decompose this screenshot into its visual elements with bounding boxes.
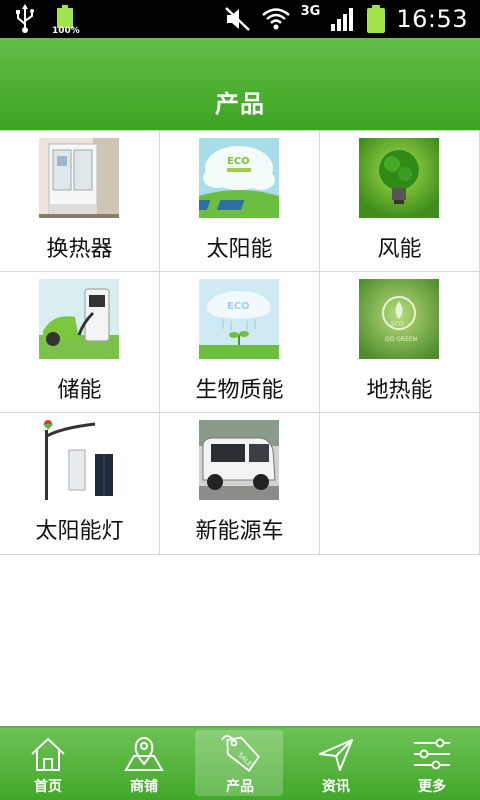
wifi-icon [261, 8, 290, 30]
battery-icon [366, 4, 386, 34]
product-label: 太阳能 [206, 237, 273, 262]
product-label: 生物质能 [195, 378, 284, 403]
product-label: 太阳能灯 [35, 519, 124, 544]
sale-text: SALE [236, 751, 253, 768]
go-green-text: GO GREEN [385, 336, 417, 343]
network-type: 3G [300, 3, 321, 19]
app-header: 产品 [0, 38, 480, 130]
eco-cloud-sprout-image: ECO [199, 279, 279, 359]
nav-label: 更多 [418, 779, 446, 795]
product-label: 换热器 [46, 237, 113, 262]
nav-item-news[interactable]: 资讯 [288, 728, 384, 800]
product-item-solar[interactable]: ECO 太阳能 [160, 131, 320, 272]
mute-icon [224, 7, 250, 31]
product-label: 地热能 [366, 378, 433, 403]
bottom-nav: 首页 商铺 SALE 产品 资讯 更多 [0, 726, 480, 800]
product-label: 风能 [377, 237, 422, 262]
charging-station-image [39, 279, 119, 359]
product-item-wind[interactable]: 风能 [320, 131, 480, 272]
send-icon [319, 739, 353, 771]
nav-item-home[interactable]: 首页 [0, 728, 96, 800]
sale-tag-icon: SALE [221, 735, 260, 772]
page-title: 产品 [215, 90, 265, 118]
clock: 16:53 [396, 5, 468, 33]
signal-icon [331, 8, 354, 31]
eco-badge-image: ECO GO GREEN [359, 279, 439, 359]
nav-label: 产品 [226, 779, 254, 795]
battery-icon: 100% [52, 4, 80, 36]
nav-label: 资讯 [322, 779, 350, 795]
nav-label: 首页 [34, 779, 62, 795]
product-item-solar-lamp[interactable]: 太阳能灯 [0, 413, 160, 555]
sliders-icon [414, 738, 450, 770]
nav-item-products[interactable]: SALE 产品 [192, 728, 288, 800]
product-item-geothermal[interactable]: ECO GO GREEN 地热能 [320, 272, 480, 413]
solar-street-lamp-image [39, 420, 119, 500]
nav-label: 商铺 [130, 779, 158, 795]
eco-text: ECO [391, 321, 404, 328]
product-item-biomass[interactable]: ECO 生物质能 [160, 272, 320, 413]
nav-item-shops[interactable]: 商铺 [96, 728, 192, 800]
product-label: 新能源车 [195, 519, 284, 544]
eco-solar-image: ECO [199, 138, 279, 218]
battery-percent: 100% [52, 26, 80, 36]
product-item-ev[interactable]: 新能源车 [160, 413, 320, 555]
product-item-storage[interactable]: 储能 [0, 272, 160, 413]
product-grid: 换热器 ECO 太阳能 风能 储能 ECO 生物质能 ECO GO GREEN … [0, 130, 480, 555]
usb-icon [16, 4, 34, 33]
product-label: 储能 [57, 378, 102, 403]
eco-text: ECO [227, 156, 250, 167]
home-icon [31, 737, 65, 771]
nav-item-more[interactable]: 更多 [384, 728, 480, 800]
status-bar: 100% 3G 16:53 [0, 0, 480, 38]
electric-car-image [199, 420, 279, 500]
product-item-heat-exchanger[interactable]: 换热器 [0, 131, 160, 272]
heat-exchanger-image [39, 138, 119, 218]
green-bulb-image [359, 138, 439, 218]
empty-cell [320, 413, 480, 555]
eco-text: ECO [227, 301, 250, 312]
map-pin-icon [124, 737, 164, 771]
